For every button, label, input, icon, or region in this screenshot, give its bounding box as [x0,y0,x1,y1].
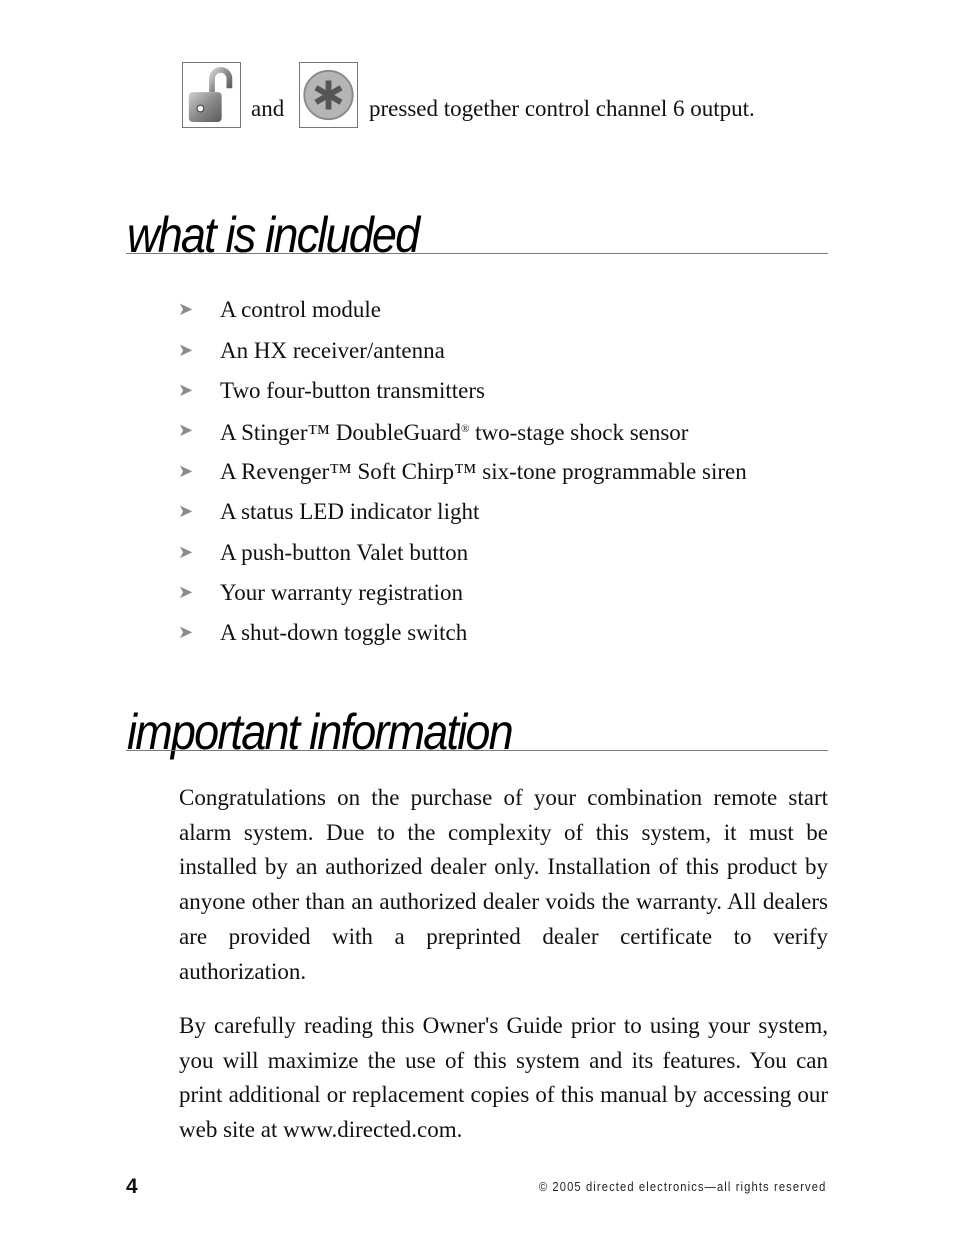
arrow-bullet-icon: ➤ [178,501,194,523]
paragraph-owners-guide: By carefully reading this Owner's Guide … [179,1013,828,1143]
list-item-text: A push-button Valet button [220,539,469,565]
included-items-list: ➤ A control module ➤ An HX receiver/antenn… [178,290,747,654]
list-item-text-part: A Stinger™ DoubleGuard [220,420,462,446]
arrow-bullet-icon: ➤ [178,622,194,644]
arrow-bullet-icon: ➤ [178,420,194,442]
arrow-bullet-icon: ➤ [178,460,194,482]
copyright-notice: © 2005 directed electronics—all rights r… [538,1179,826,1194]
list-item: ➤ A status LED indicator light [178,492,747,532]
heading-divider [126,253,828,254]
connector-text: and [251,96,285,121]
arrow-bullet-icon: ➤ [178,581,194,603]
arrow-bullet-icon: ➤ [178,299,194,321]
list-item-text: Two four-button transmitters [220,377,485,403]
paragraph-congratulations: Congratulations on the purchase of your … [179,785,828,984]
list-item: ➤ An HX receiver/antenna [178,330,747,370]
asterisk-button-icon [299,62,358,128]
list-item: ➤ A control module [178,290,747,330]
heading-divider [126,750,828,751]
list-item-text: An HX receiver/antenna [220,337,445,363]
arrow-bullet-icon: ➤ [178,339,194,361]
list-item: ➤ A shut-down toggle switch [178,613,747,653]
page-number: 4 [126,1175,138,1198]
list-item-text: A status LED indicator light [220,499,480,525]
arrow-bullet-icon: ➤ [178,541,194,563]
list-item: ➤ A push-button Valet button [178,532,747,572]
list-item: ➤ A Stinger™ DoubleGuard® two-stage shock… [178,411,747,451]
list-item: ➤ Two four-button transmitters [178,371,747,411]
list-item-text: A Revenger™ Soft Chirp™ six-tone program… [220,458,747,484]
unlock-icon [182,62,241,128]
list-item-text: A Stinger™ DoubleGuard® two-stage shock … [220,414,688,448]
list-item: ➤ A Revenger™ Soft Chirp™ six-tone progra… [178,452,747,492]
list-item-text-part: two-stage shock sensor [469,420,689,446]
instruction-text: pressed together control channel 6 outpu… [369,96,755,121]
list-item: ➤ Your warranty registration [178,573,747,613]
list-item-text: A shut-down toggle switch [220,620,468,646]
arrow-bullet-icon: ➤ [178,379,194,401]
list-item-text: Your warranty registration [220,579,463,605]
list-item-text: A control module [220,297,381,323]
